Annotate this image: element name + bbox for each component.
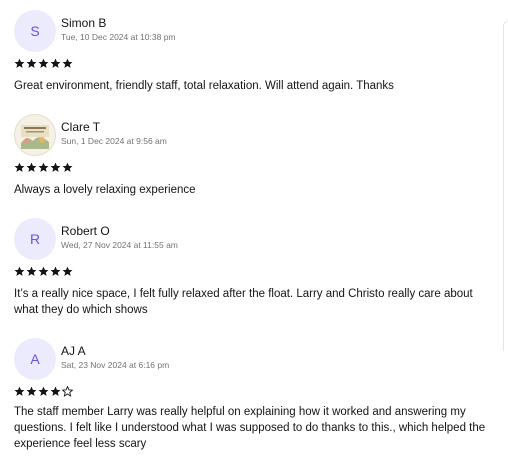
avatar-image-icon [15,115,55,155]
star-icon [50,162,61,172]
avatar: S [14,10,56,52]
review-date: Wed, 27 Nov 2024 at 11:55 am [61,240,178,250]
reviewer-name: Robert O [61,224,110,238]
star-icon [38,162,49,172]
reviewer-name: Simon B [61,16,107,30]
avatar [14,114,56,156]
side-panel-edge [503,20,508,351]
star-icon [38,386,49,396]
review-item: S Simon B Tue, 10 Dec 2024 at 10:38 pm G… [14,10,494,100]
star-rating [14,266,73,280]
reviews-list: S Simon B Tue, 10 Dec 2024 at 10:38 pm G… [0,0,500,463]
star-rating [14,386,73,400]
star-icon [38,266,49,276]
review-text: It’s a really nice space, I felt fully r… [14,288,473,316]
review-header: S Simon B Tue, 10 Dec 2024 at 10:38 pm [14,10,494,52]
avatar: R [14,218,56,260]
star-icon [14,162,25,172]
review-header: A AJ A Sat, 23 Nov 2024 at 6:16 pm [14,338,494,380]
review-header: R Robert O Wed, 27 Nov 2024 at 11:55 am [14,218,494,260]
avatar: A [14,338,56,380]
review-date: Sat, 23 Nov 2024 at 6:16 pm [61,360,170,370]
review-text: The staff member Larry was really helpfu… [14,406,486,450]
star-icon [62,266,73,276]
star-outline-icon [62,386,73,397]
review-header: Clare T Sun, 1 Dec 2024 at 9:56 am [14,114,494,156]
reviewer-name: Clare T [61,120,101,134]
star-icon [26,266,37,276]
star-icon [26,58,37,68]
star-icon [26,386,37,396]
review-text: Great environment, friendly staff, total… [14,80,394,92]
star-icon [38,58,49,68]
review-text: Always a lovely relaxing experience [14,184,196,196]
star-icon [14,386,25,396]
star-icon [14,58,25,68]
star-icon [26,162,37,172]
review-item: Clare T Sun, 1 Dec 2024 at 9:56 am Alway… [14,114,494,204]
star-icon [50,266,61,276]
star-icon [50,386,61,396]
reviewer-name: AJ A [61,344,86,358]
review-date: Sun, 1 Dec 2024 at 9:56 am [61,136,167,146]
review-date: Tue, 10 Dec 2024 at 10:38 pm [61,32,176,42]
star-icon [14,266,25,276]
star-icon [50,58,61,68]
star-rating [14,162,73,176]
star-icon [62,162,73,172]
review-item: A AJ A Sat, 23 Nov 2024 at 6:16 pm The s… [14,338,494,460]
review-item: R Robert O Wed, 27 Nov 2024 at 11:55 am … [14,218,494,322]
star-rating [14,58,73,72]
star-icon [62,58,73,68]
